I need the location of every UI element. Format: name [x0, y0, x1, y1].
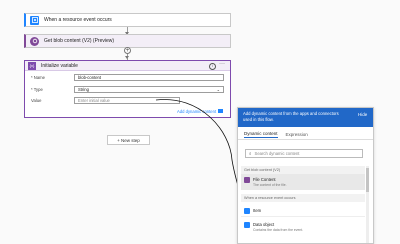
type-select[interactable]: String ⌄	[74, 86, 224, 93]
new-step-label: + New step	[117, 137, 140, 143]
name-label: * Name	[31, 75, 45, 80]
dynamic-item-name: Item	[253, 208, 262, 213]
section-header: When a resource event occurs	[241, 194, 365, 202]
value-label: Value	[31, 98, 42, 103]
panel-header-text: Add dynamic content from the apps and co…	[243, 111, 339, 122]
dynamic-item-name: File Content	[253, 177, 276, 182]
tab-expression[interactable]: Expression	[286, 132, 308, 137]
search-box[interactable]: ⌕ Search dynamic content	[245, 149, 363, 158]
init-variable-title: Initialize variable	[41, 62, 78, 69]
blob-step-title: Get blob content (V2) (Preview)	[44, 38, 115, 44]
blob-icon	[30, 36, 39, 46]
tab-dynamic-content[interactable]: Dynamic content	[244, 131, 278, 138]
chevron-down-icon: ⌄	[216, 87, 220, 92]
insert-step-button[interactable]: +	[124, 47, 131, 54]
type-value: String	[78, 87, 89, 92]
search-icon: ⌕	[249, 151, 252, 156]
panel-tabs: Dynamic content Expression	[238, 130, 373, 140]
dynamic-item-item[interactable]: Item	[241, 205, 365, 217]
blob-icon	[244, 177, 250, 183]
trigger-step-card[interactable]: When a resource event occurs	[24, 13, 231, 27]
variable-icon: {x}	[28, 61, 36, 70]
value-input[interactable]: Enter initial value	[74, 97, 180, 104]
dynamic-item-name: Data object	[253, 222, 275, 227]
dynamic-item-desc: The content of the file.	[253, 183, 287, 187]
blob-step-card[interactable]: Get blob content (V2) (Preview)	[24, 34, 231, 48]
name-input[interactable]: blob-content	[74, 74, 224, 81]
hide-button[interactable]: Hide	[358, 112, 367, 117]
trigger-step-title: When a resource event occurs	[44, 17, 112, 23]
connector-arrow	[125, 56, 129, 59]
dynamic-item-file-content[interactable]: File Content The content of the file.	[241, 174, 365, 190]
info-icon[interactable]: i	[209, 63, 216, 70]
event-grid-icon	[244, 222, 250, 228]
dynamic-item-desc: Contains the data from the event.	[253, 228, 304, 232]
add-dynamic-icon	[218, 109, 224, 113]
new-step-button[interactable]: + New step	[107, 135, 150, 145]
panel-header: Add dynamic content from the apps and co…	[238, 108, 373, 127]
scrollbar[interactable]	[366, 166, 369, 243]
event-grid-icon	[30, 15, 39, 25]
init-variable-header[interactable]: {x} Initialize variable i ···	[25, 61, 230, 71]
more-options-icon[interactable]: ···	[219, 61, 225, 67]
type-label: * Type	[31, 87, 43, 92]
search-placeholder: Search dynamic content	[254, 151, 300, 156]
section-header: Get blob content (V2)	[241, 166, 365, 174]
add-dynamic-content-label: Add dynamic content	[177, 108, 217, 114]
scrollbar-thumb[interactable]	[366, 168, 369, 192]
dynamic-item-data-object[interactable]: Data object Contains the data from the e…	[241, 219, 365, 235]
add-dynamic-content-link[interactable]: Add dynamic content	[177, 108, 224, 114]
event-grid-icon	[244, 208, 250, 214]
dynamic-content-panel: Add dynamic content from the apps and co…	[237, 107, 374, 244]
init-variable-card: {x} Initialize variable i ··· * Name blo…	[24, 60, 231, 118]
